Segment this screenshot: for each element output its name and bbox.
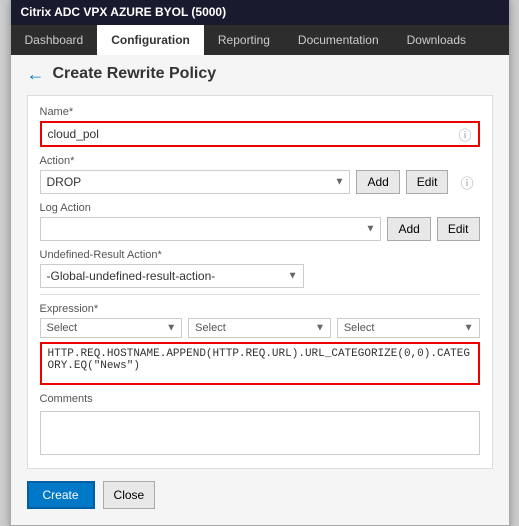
comments-textarea[interactable] — [40, 411, 480, 455]
title-bar: Citrix ADC VPX AZURE BYOL (5000) — [11, 0, 509, 25]
footer-buttons: Create Close — [27, 481, 493, 509]
log-action-select[interactable] — [40, 217, 382, 241]
divider — [40, 294, 480, 295]
expression-select3-wrapper: Select ▼ — [337, 318, 480, 338]
comments-label: Comments — [40, 393, 480, 405]
close-button[interactable]: Close — [103, 481, 156, 509]
nav-bar: Dashboard Configuration Reporting Docume… — [11, 25, 509, 55]
action-row: DROP ▼ Add Edit ⓘ — [40, 170, 480, 194]
name-info-icon: ⓘ — [452, 125, 477, 144]
nav-configuration[interactable]: Configuration — [97, 25, 204, 55]
name-field-wrapper: ⓘ — [40, 121, 480, 147]
name-label: Name* — [40, 106, 480, 118]
nav-downloads[interactable]: Downloads — [393, 25, 480, 55]
nav-dashboard[interactable]: Dashboard — [11, 25, 98, 55]
expression-textarea[interactable]: HTTP.REQ.HOSTNAME.APPEND(HTTP.REQ.URL).U… — [42, 344, 478, 380]
page-title: Create Rewrite Policy — [53, 65, 217, 83]
log-action-row: ▼ Add Edit — [40, 217, 480, 241]
undefined-label: Undefined-Result Action* — [40, 249, 480, 261]
action-label: Action* — [40, 155, 480, 167]
undefined-select[interactable]: -Global-undefined-result-action- — [40, 264, 304, 288]
name-input[interactable] — [42, 123, 453, 145]
action-edit-button[interactable]: Edit — [406, 170, 449, 194]
expression-select2-wrapper: Select ▼ — [188, 318, 331, 338]
create-button[interactable]: Create — [27, 481, 95, 509]
content-area: ← Create Rewrite Policy Name* ⓘ Action* … — [11, 55, 509, 525]
main-window: Citrix ADC VPX AZURE BYOL (5000) Dashboa… — [10, 0, 510, 526]
nav-documentation[interactable]: Documentation — [284, 25, 393, 55]
action-select-wrapper: DROP ▼ — [40, 170, 351, 194]
expression-selects-row: Select ▼ Select ▼ Select ▼ — [40, 318, 480, 338]
log-edit-button[interactable]: Edit — [437, 217, 480, 241]
form-section: Name* ⓘ Action* DROP ▼ Add Edit ⓘ — [27, 95, 493, 469]
log-select-wrapper: ▼ — [40, 217, 382, 241]
expression-select1[interactable]: Select — [40, 318, 183, 338]
undefined-select-wrapper: -Global-undefined-result-action- ▼ — [40, 264, 304, 288]
back-button[interactable]: ← — [27, 65, 45, 83]
expression-select3[interactable]: Select — [337, 318, 480, 338]
expression-select1-wrapper: Select ▼ — [40, 318, 183, 338]
action-add-button[interactable]: Add — [356, 170, 399, 194]
expression-textarea-wrapper: HTTP.REQ.HOSTNAME.APPEND(HTTP.REQ.URL).U… — [40, 342, 480, 385]
nav-reporting[interactable]: Reporting — [204, 25, 284, 55]
title-text: Citrix ADC VPX AZURE BYOL (5000) — [21, 5, 227, 19]
log-action-label: Log Action — [40, 202, 480, 214]
page-header: ← Create Rewrite Policy — [27, 65, 493, 83]
expression-select2[interactable]: Select — [188, 318, 331, 338]
action-select[interactable]: DROP — [40, 170, 351, 194]
action-info-icon: ⓘ — [454, 173, 479, 192]
expression-label: Expression* — [40, 303, 480, 315]
log-add-button[interactable]: Add — [387, 217, 430, 241]
